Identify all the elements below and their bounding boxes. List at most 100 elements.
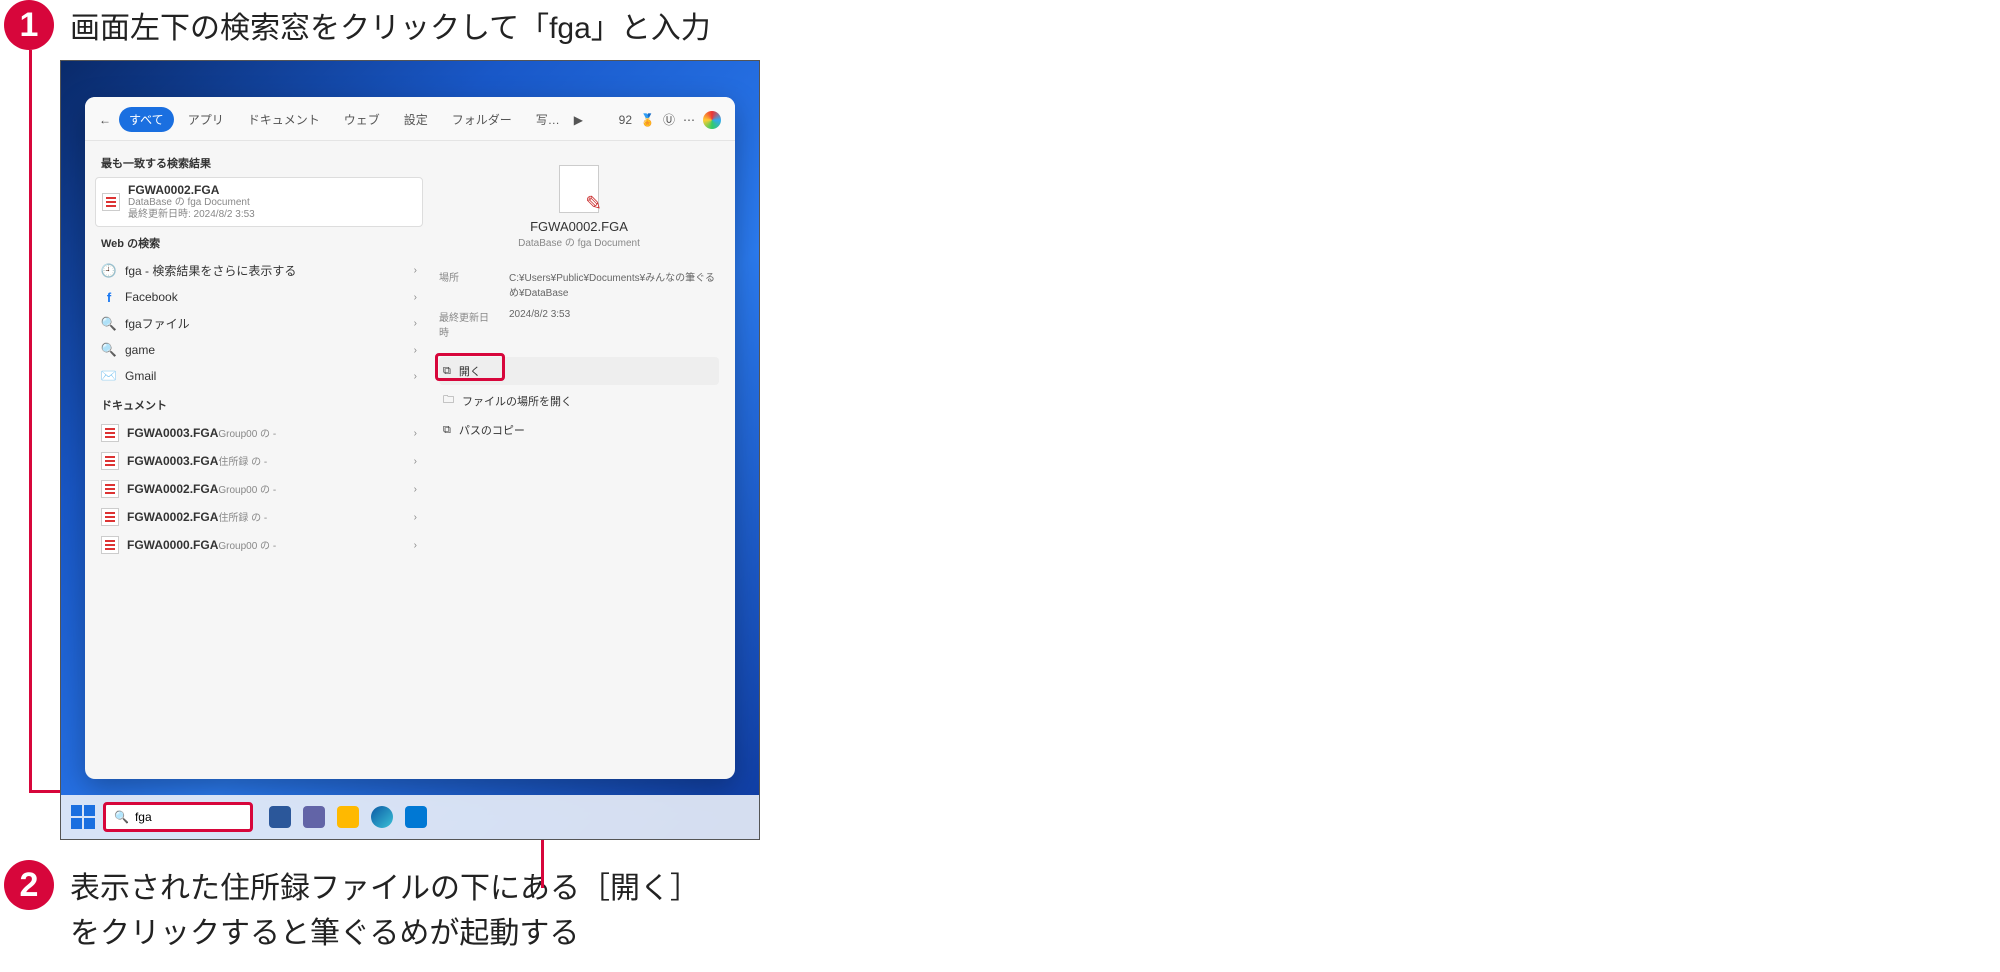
chevron-right-icon: › [414, 456, 417, 467]
web-result-fgafile[interactable]: 🔍 fgaファイル › [95, 310, 423, 337]
chevron-right-icon: › [414, 345, 417, 356]
web-result-label: fgaファイル [125, 315, 190, 332]
doc-result[interactable]: FGWA0002.FGA住所録 の - › [95, 503, 423, 531]
doc-name: FGWA0000.FGA [127, 538, 218, 552]
preview-location-label: 場所 [439, 269, 495, 299]
best-match-result[interactable]: FGWA0002.FGA DataBase の fga Document 最終更… [95, 177, 423, 227]
preview-actions: ⧉ 開く 🗀 ファイルの場所を開く ⧉ パスのコピー [439, 357, 719, 444]
fga-file-icon [101, 480, 119, 498]
taskbar-search-input[interactable] [135, 810, 242, 824]
doc-name: FGWA0002.FGA [127, 482, 218, 496]
chevron-right-icon: › [414, 371, 417, 382]
more-tabs-icon[interactable]: ▶ [574, 113, 583, 127]
taskbar-explorer-icon[interactable] [337, 806, 359, 828]
search-icon: 🔍 [101, 342, 117, 358]
chevron-right-icon: › [414, 292, 417, 303]
back-icon[interactable]: ← [95, 110, 115, 130]
preview-date-value: 2024/8/2 3:53 [509, 309, 719, 339]
fga-file-icon [102, 193, 120, 211]
open-file-location-action[interactable]: 🗀 ファイルの場所を開く [439, 385, 719, 416]
preview-subtype: DataBase の fga Document [439, 234, 719, 249]
fga-file-icon [101, 536, 119, 554]
more-icon[interactable]: ⋯ [683, 113, 695, 127]
web-result-game[interactable]: 🔍 game › [95, 337, 423, 363]
copy-path-label: パスのコピー [459, 422, 525, 438]
search-icon: 🔍 [114, 810, 129, 824]
best-match-subtype: DataBase の fga Document [128, 197, 255, 209]
step-badge-2: 2 [4, 860, 54, 910]
tab-folders[interactable]: フォルダー [442, 107, 522, 132]
tab-all[interactable]: すべて [119, 107, 174, 132]
doc-result[interactable]: FGWA0000.FGAGroup00 の - › [95, 531, 423, 559]
history-icon: 🕘 [101, 263, 117, 279]
web-result-gmail[interactable]: ✉️ Gmail › [95, 363, 423, 389]
search-preview-pane: FGWA0002.FGA DataBase の fga Document 場所 … [423, 141, 735, 779]
windows-taskbar: 🔍 [61, 795, 759, 839]
chevron-right-icon: › [414, 540, 417, 551]
web-search-label: Web の検索 [95, 227, 423, 257]
tab-photos[interactable]: 写… [526, 107, 570, 132]
doc-sub: Group00 の - [218, 429, 276, 440]
tab-count-label: 92 [619, 113, 632, 127]
doc-result[interactable]: FGWA0003.FGAGroup00 の - › [95, 419, 423, 447]
open-location-label: ファイルの場所を開く [462, 393, 572, 409]
chevron-right-icon: › [414, 318, 417, 329]
preview-location-row: 場所 C:¥Users¥Public¥Documents¥みんなの筆ぐるめ¥Da… [439, 269, 719, 299]
start-button[interactable] [71, 805, 95, 829]
open-action-label: 開く [459, 363, 481, 379]
step-2-line2: をクリックすると筆ぐるめが起動する [70, 917, 579, 950]
search-results-left: 最も一致する検索結果 FGWA0002.FGA DataBase の fga D… [85, 141, 423, 779]
copy-path-action[interactable]: ⧉ パスのコピー [439, 416, 719, 444]
chevron-right-icon: › [414, 265, 417, 276]
step-2-text: 表示された住所録ファイルの下にある［開く］ をクリックすると筆ぐるめが起動する [70, 866, 700, 956]
fga-file-icon [101, 452, 119, 470]
step-2-line1: 表示された住所録ファイルの下にある［開く］ [70, 872, 700, 905]
doc-sub: Group00 の - [218, 541, 276, 552]
reward-icon[interactable]: 🏅 [640, 113, 655, 127]
best-match-title: FGWA0002.FGA [128, 183, 255, 197]
taskbar-app-icon[interactable] [269, 806, 291, 828]
open-icon: ⧉ [443, 365, 451, 378]
copilot-icon[interactable] [703, 111, 721, 129]
step-badge-1: 1 [4, 0, 54, 50]
chevron-right-icon: › [414, 512, 417, 523]
best-match-date: 最終更新日時: 2024/8/2 3:53 [128, 209, 255, 221]
web-result-facebook[interactable]: f Facebook › [95, 284, 423, 310]
windows-desktop-screenshot: ← すべて アプリ ドキュメント ウェブ 設定 フォルダー 写… ▶ 92 🏅 … [60, 60, 760, 840]
taskbar-store-icon[interactable] [405, 806, 427, 828]
preview-location-value: C:¥Users¥Public¥Documents¥みんなの筆ぐるめ¥DataB… [509, 269, 719, 299]
windows-search-panel: ← すべて アプリ ドキュメント ウェブ 設定 フォルダー 写… ▶ 92 🏅 … [85, 97, 735, 779]
tab-apps[interactable]: アプリ [178, 107, 234, 132]
taskbar-search-box[interactable]: 🔍 [103, 802, 253, 832]
taskbar-edge-icon[interactable] [371, 806, 393, 828]
user-icon[interactable]: Ⓤ [663, 111, 675, 128]
search-icon: 🔍 [101, 316, 117, 332]
tab-documents[interactable]: ドキュメント [238, 107, 330, 132]
doc-name: FGWA0002.FGA [127, 510, 218, 524]
documents-label: ドキュメント [95, 389, 423, 419]
doc-sub: 住所録 の - [218, 513, 267, 524]
doc-result[interactable]: FGWA0003.FGA住所録 の - › [95, 447, 423, 475]
folder-icon: 🗀 [443, 391, 454, 410]
gmail-icon: ✉️ [101, 368, 117, 384]
doc-sub: Group00 の - [218, 485, 276, 496]
preview-date-row: 最終更新日時 2024/8/2 3:53 [439, 309, 719, 339]
web-result-label: game [125, 343, 155, 357]
callout-line [29, 50, 32, 792]
best-match-label: 最も一致する検索結果 [95, 147, 423, 177]
tab-web[interactable]: ウェブ [334, 107, 390, 132]
web-result-fga[interactable]: 🕘 fga - 検索結果をさらに表示する › [95, 257, 423, 284]
tab-settings[interactable]: 設定 [394, 107, 438, 132]
chevron-right-icon: › [414, 484, 417, 495]
preview-date-label: 最終更新日時 [439, 309, 495, 339]
web-result-label: Gmail [125, 369, 156, 383]
search-filter-tabs: ← すべて アプリ ドキュメント ウェブ 設定 フォルダー 写… ▶ 92 🏅 … [85, 97, 735, 141]
open-action[interactable]: ⧉ 開く [439, 357, 719, 385]
preview-file-icon [559, 165, 599, 213]
web-result-label: fga - 検索結果をさらに表示する [125, 262, 296, 279]
taskbar-app-icon[interactable] [303, 806, 325, 828]
fga-file-icon [101, 424, 119, 442]
doc-name: FGWA0003.FGA [127, 454, 218, 468]
doc-result[interactable]: FGWA0002.FGAGroup00 の - › [95, 475, 423, 503]
web-result-label: Facebook [125, 290, 178, 304]
